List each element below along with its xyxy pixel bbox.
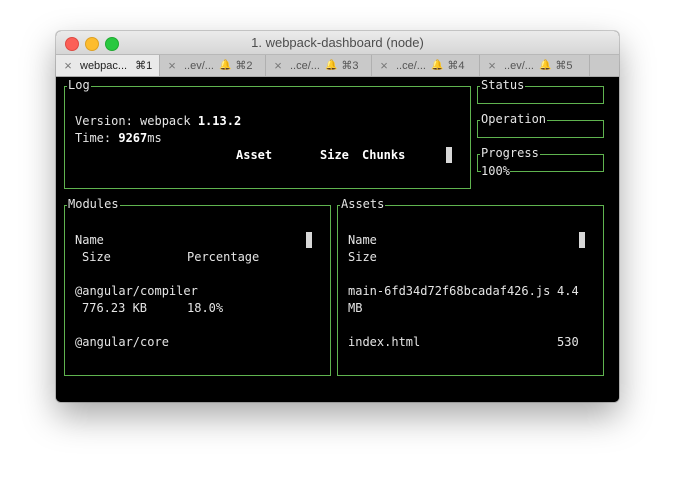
status-panel: Status [477, 78, 604, 104]
modules-size-header: Size [82, 250, 111, 264]
tab-shortcut: ⌘5 [555, 60, 573, 72]
asset-name: main-6fd34d72f68bcadaf426.js [348, 284, 551, 298]
tab-label: ..ev/... [504, 59, 534, 72]
asset-name: index.html [348, 335, 421, 349]
assets-title: Assets [340, 197, 386, 212]
tab-1[interactable]: × webpac... ⌘1 [56, 55, 160, 76]
modules-panel: Modules Name Size Percentage @angular/co… [64, 197, 331, 376]
version-label: Version: webpack [75, 114, 198, 128]
assets-scrollbar[interactable] [579, 232, 585, 248]
progress-value: 100% [481, 164, 510, 179]
tab-label: ..ev/... [184, 59, 214, 72]
version-line: Version: webpack 1.13.2 [75, 114, 241, 129]
assets-name-header: Name [348, 233, 377, 247]
title-bar: 1. webpack-dashboard (node) [56, 31, 619, 55]
log-title: Log [67, 78, 91, 93]
terminal-content[interactable]: Log Version: webpack 1.13.2 Time: 9267ms… [56, 77, 619, 402]
bell-icon: 🔔 [538, 60, 552, 71]
close-tab-icon[interactable]: × [270, 58, 286, 73]
tab-5[interactable]: × ..ev/... 🔔 ⌘5 [480, 55, 590, 76]
log-scrollbar[interactable] [446, 147, 452, 163]
asset-size-unit: MB [348, 301, 363, 315]
progress-panel: Progress 100% [477, 146, 604, 179]
version-value: 1.13.2 [197, 114, 242, 128]
close-tab-icon[interactable]: × [164, 58, 180, 73]
bell-icon: 🔔 [324, 60, 338, 71]
operation-title: Operation [480, 112, 548, 127]
operation-panel: Operation [477, 112, 604, 138]
time-label: Time: [75, 131, 119, 145]
tab-3[interactable]: × ..ce/... 🔔 ⌘3 [266, 55, 372, 76]
tab-2[interactable]: × ..ev/... 🔔 ⌘2 [160, 55, 266, 76]
assets-panel: Assets Name Size main-6fd34d72f68bcadaf4… [337, 197, 604, 376]
status-title: Status [480, 78, 526, 93]
log-panel: Log Version: webpack 1.13.2 Time: 9267ms… [64, 78, 471, 189]
bell-icon: 🔔 [218, 60, 232, 71]
close-tab-icon[interactable]: × [60, 58, 76, 73]
tab-shortcut: ⌘2 [235, 60, 253, 72]
tab-label: ..ce/... [290, 59, 320, 72]
module-size: 776.23 KB [82, 301, 148, 315]
bell-icon: 🔔 [430, 60, 444, 71]
tab-4[interactable]: × ..ce/... 🔔 ⌘4 [372, 55, 480, 76]
tab-shortcut: ⌘1 [135, 60, 153, 72]
close-tab-icon[interactable]: × [484, 58, 500, 73]
module-name: @angular/core [75, 335, 169, 349]
modules-scrollbar[interactable] [306, 232, 312, 248]
close-tab-icon[interactable]: × [376, 58, 392, 73]
modules-title: Modules [67, 197, 120, 212]
tab-bar: × webpac... ⌘1 × ..ev/... 🔔 ⌘2 × ..ce/..… [56, 55, 619, 77]
size-column-header: Size [320, 148, 349, 162]
asset-size: 530 [557, 335, 579, 349]
tab-shortcut: ⌘3 [341, 60, 359, 72]
tab-label: webpac... [80, 59, 128, 72]
modules-name-header: Name [75, 233, 104, 247]
module-percentage: 18.0% [187, 301, 224, 315]
asset-column-header: Asset [236, 148, 273, 162]
time-line: Time: 9267ms [75, 131, 162, 146]
progress-title: Progress [480, 146, 540, 161]
terminal-window: 1. webpack-dashboard (node) × webpac... … [56, 31, 619, 402]
time-unit: ms [147, 131, 162, 145]
assets-size-header: Size [348, 250, 377, 264]
module-name: @angular/compiler [75, 284, 198, 298]
modules-percentage-header: Percentage [187, 250, 260, 264]
asset-size: 4.4 [557, 284, 579, 298]
window-title: 1. webpack-dashboard (node) [251, 35, 424, 50]
tab-label: ..ce/... [396, 59, 426, 72]
tab-shortcut: ⌘4 [447, 60, 465, 72]
chunks-column-header: Chunks [362, 148, 406, 162]
time-value: 9267 [118, 131, 148, 145]
